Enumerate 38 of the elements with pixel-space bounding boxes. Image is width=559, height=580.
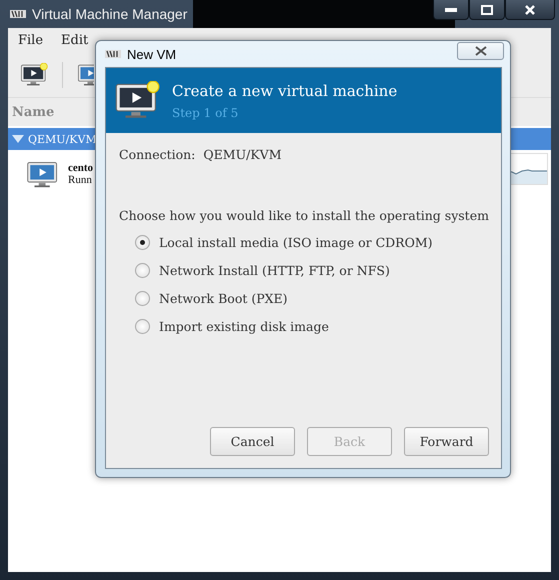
step-indicator: Step 1 of 5 [172,106,240,120]
close-button[interactable] [457,42,504,60]
header-title: Create a new virtual machine [172,82,398,100]
minimize-icon [445,8,457,12]
install-prompt: Choose how you would like to install the operating system [119,208,489,223]
maximize-icon [481,4,493,14]
connection-label: Connection: [119,147,196,162]
close-icon [524,4,536,16]
dialog-title: New VM [127,46,176,62]
window-title: Virtual Machine Manager [32,6,188,22]
radio-button[interactable] [135,291,150,306]
vm-name: cento [68,162,94,174]
minimize-button[interactable] [433,0,469,20]
radio-button[interactable] [135,319,150,334]
install-option[interactable]: Network Install (HTTP, FTP, or NFS) [135,261,489,280]
column-header: Name [12,104,54,120]
monitor-icon [77,62,94,86]
dialog-button[interactable]: Cancel [210,427,295,456]
expander-icon[interactable] [12,134,24,144]
connection-name: QEMU/KVM [28,132,97,146]
maximize-button[interactable] [469,0,505,20]
vm-status: Runn [68,174,93,186]
install-option[interactable]: Import existing disk image [135,317,489,336]
radio-button[interactable] [135,263,150,278]
install-option[interactable]: Network Boot (PXE) [135,289,489,308]
dialog-button[interactable]: Forward [404,427,489,456]
menu-item[interactable]: File [18,32,44,48]
vm-monitor-icon [26,160,60,188]
connection-value: QEMU/KVM [203,147,282,162]
app-logo-icon [105,49,121,59]
close-icon [474,46,486,56]
radio-button[interactable] [135,235,150,250]
install-option[interactable]: Local install media (ISO image or CDROM) [135,233,489,252]
app-logo-icon [10,9,26,19]
close-button[interactable] [505,0,555,20]
menu-item[interactable]: Edit [61,32,88,48]
new-vm-icon [114,80,160,120]
new-vm-icon [20,62,48,86]
